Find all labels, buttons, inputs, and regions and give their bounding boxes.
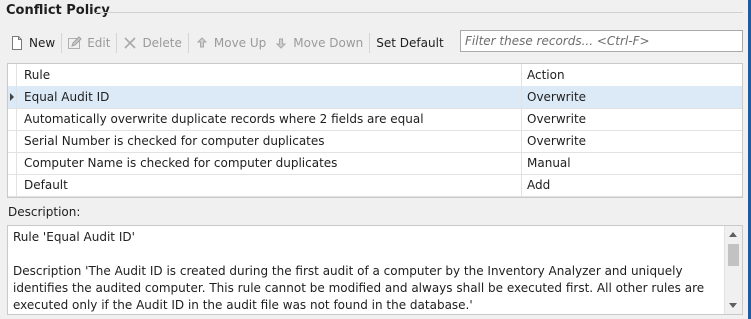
header-indicator-cell	[8, 64, 17, 86]
set-default-button[interactable]: Set Default	[372, 32, 447, 54]
table-row[interactable]: Serial Number is checked for computer du…	[8, 130, 742, 153]
row-indicator-cell	[8, 86, 17, 108]
row-indicator-cell	[8, 108, 17, 130]
rule-cell: Default	[17, 174, 522, 196]
toolbar-separator	[187, 33, 189, 53]
row-indicator-cell	[8, 152, 17, 174]
delete-icon	[123, 36, 137, 50]
move-down-label: Move Down	[293, 36, 364, 50]
conflict-rules-grid: Rule Action Equal Audit ID Overwrite Aut…	[7, 63, 743, 198]
table-row[interactable]: Automatically overwrite duplicate record…	[8, 108, 742, 131]
description-label: Description:	[8, 205, 81, 219]
row-pointer-icon	[10, 93, 14, 101]
action-cell: Overwrite	[527, 112, 587, 126]
edit-label: Edit	[87, 36, 111, 50]
edit-button[interactable]: Edit	[64, 32, 114, 54]
toolbar: New Edit Delete Move Up Move Down Set De…	[6, 30, 456, 56]
scroll-down-icon[interactable]	[729, 303, 737, 308]
description-scrollbar[interactable]	[724, 226, 742, 314]
action-cell: Manual	[527, 156, 571, 170]
row-indicator-cell	[8, 174, 17, 196]
delete-label: Delete	[142, 36, 182, 50]
title-divider	[96, 12, 743, 13]
description-box[interactable]: Rule 'Equal Audit ID' Description 'The A…	[7, 225, 743, 315]
action-cell: Overwrite	[527, 134, 587, 148]
toolbar-separator	[116, 33, 118, 53]
new-label: New	[29, 36, 56, 50]
set-default-label: Set Default	[376, 36, 444, 50]
toolbar-separator	[369, 33, 371, 53]
row-indicator-cell	[8, 130, 17, 152]
panel-title: Conflict Policy	[6, 3, 110, 18]
arrow-up-icon	[195, 36, 209, 50]
rule-cell: Computer Name is checked for computer du…	[17, 152, 522, 174]
scroll-thumb[interactable]	[728, 244, 739, 266]
description-text: Rule 'Equal Audit ID' Description 'The A…	[13, 230, 705, 312]
table-row[interactable]: Default Add	[8, 174, 742, 197]
column-header-rule[interactable]: Rule	[17, 64, 522, 86]
rule-cell: Equal Audit ID	[17, 86, 522, 108]
rule-cell: Automatically overwrite duplicate record…	[17, 108, 522, 130]
toolbar-separator	[61, 33, 63, 53]
move-up-label: Move Up	[213, 36, 267, 50]
delete-button[interactable]: Delete	[119, 32, 185, 54]
new-button[interactable]: New	[6, 32, 59, 54]
action-cell: Add	[527, 178, 551, 192]
rule-cell: Serial Number is checked for computer du…	[17, 130, 522, 152]
table-row[interactable]: Computer Name is checked for computer du…	[8, 152, 742, 175]
grid-header: Rule Action	[8, 64, 742, 87]
table-row[interactable]: Equal Audit ID Overwrite	[8, 86, 742, 109]
edit-icon	[68, 36, 82, 50]
new-document-icon	[10, 36, 24, 50]
move-down-button[interactable]: Move Down	[270, 32, 367, 54]
move-up-button[interactable]: Move Up	[191, 32, 270, 54]
action-cell: Overwrite	[527, 90, 587, 104]
filter-records-input[interactable]	[460, 30, 743, 52]
scroll-up-icon[interactable]	[729, 232, 737, 237]
column-header-action[interactable]: Action	[522, 64, 742, 86]
arrow-down-icon	[274, 36, 288, 50]
